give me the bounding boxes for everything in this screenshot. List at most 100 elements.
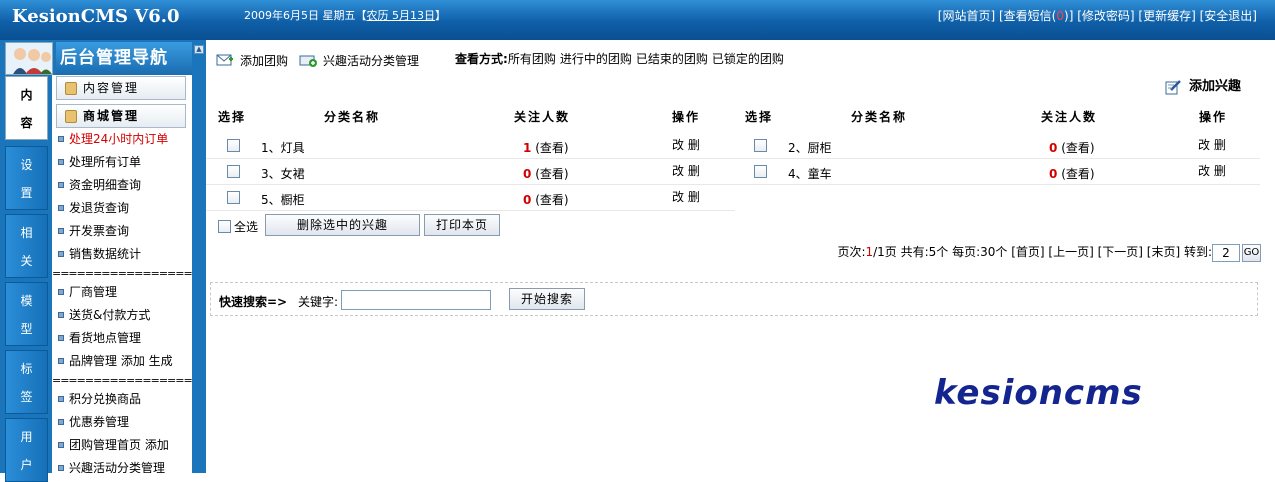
nav-item-vendors[interactable]: 厂商管理 bbox=[56, 283, 117, 301]
row-count: 0 bbox=[523, 167, 532, 181]
tab-users[interactable]: 用户 bbox=[5, 418, 48, 482]
page-label: 页次: bbox=[837, 245, 866, 259]
vertical-tabs: 内容 设置 相关 模型 标签 用户 bbox=[0, 40, 52, 482]
add-group-buy-label: 添加团购 bbox=[240, 54, 289, 68]
row-actions[interactable]: 改 删 bbox=[1198, 136, 1226, 153]
nav-separator: ===================== bbox=[52, 267, 192, 280]
nav-item-group-buy[interactable]: 团购管理首页 添加 bbox=[56, 436, 169, 454]
refresh-cache-link[interactable]: [更新缓存] bbox=[1138, 9, 1195, 23]
date-display: 2009年6月5日 星期五【农历 5月13日】 bbox=[244, 7, 446, 23]
row-view-link[interactable]: (查看) bbox=[535, 167, 568, 181]
select-all-checkbox[interactable]: 全选 bbox=[218, 220, 258, 234]
tab-content-label-2: 容 bbox=[20, 116, 33, 130]
tab-model-label-1: 模 bbox=[20, 294, 33, 308]
content-mgmt-button[interactable]: 内容管理 bbox=[56, 76, 186, 100]
row-checkbox[interactable] bbox=[754, 139, 767, 152]
tab-users-label-1: 用 bbox=[20, 430, 33, 444]
view-ended-link[interactable]: 已结束的团购 bbox=[636, 52, 708, 66]
goto-page-input[interactable]: 2 bbox=[1212, 243, 1240, 262]
category-table-right: 选择 分类名称 关注人数 操作 2、厨柜 0 (查看) 改 删 4、童车 0 (… bbox=[735, 100, 1260, 214]
row-checkbox[interactable] bbox=[227, 165, 240, 178]
nav-item-label: 处理所有订单 bbox=[69, 155, 142, 169]
sidebar: 后台管理导航 内容 设置 相关 模型 标签 用户 内容管理 商城管理 处理24小… bbox=[0, 40, 206, 482]
row-view-link[interactable]: (查看) bbox=[535, 193, 568, 207]
bullet-icon bbox=[58, 312, 64, 318]
nav-separator: ===================== bbox=[52, 374, 192, 387]
scroll-up-icon[interactable]: ▲ bbox=[194, 45, 204, 54]
print-page-button[interactable]: 打印本页 bbox=[424, 214, 500, 236]
row-name: 3、女裙 bbox=[261, 167, 305, 181]
tab-users-label-2: 户 bbox=[20, 458, 33, 472]
nav-item-delivery-payment[interactable]: 送货&付款方式 bbox=[56, 306, 150, 324]
row-checkbox[interactable] bbox=[754, 165, 767, 178]
row-checkbox[interactable] bbox=[227, 139, 240, 152]
view-mode: 查看方式:所有团购 进行中的团购 已结束的团购 已锁定的团购 bbox=[455, 50, 788, 67]
messages-count: 0 bbox=[1056, 9, 1065, 23]
nav-item-coupons[interactable]: 优惠券管理 bbox=[56, 413, 129, 431]
row-view-link[interactable]: (查看) bbox=[535, 141, 568, 155]
bullet-icon bbox=[58, 358, 64, 364]
keyword-input[interactable] bbox=[341, 290, 491, 310]
nav-item-24h-orders[interactable]: 处理24小时内订单 bbox=[56, 130, 168, 148]
table-row: 4、童车 0 (查看) 改 删 bbox=[735, 159, 1260, 185]
nav-item-points-exchange[interactable]: 积分兑换商品 bbox=[56, 390, 141, 408]
nav-item-label: 厂商管理 bbox=[69, 285, 118, 299]
row-actions[interactable]: 改 删 bbox=[1198, 162, 1226, 179]
nav-item-viewing-locations[interactable]: 看货地点管理 bbox=[56, 329, 141, 347]
row-count: 1 bbox=[523, 141, 532, 155]
nav-item-invoice[interactable]: 开发票查询 bbox=[56, 222, 129, 240]
tab-tags-label-2: 签 bbox=[20, 390, 33, 404]
tab-settings[interactable]: 设置 bbox=[5, 146, 48, 210]
bullet-icon bbox=[58, 182, 64, 188]
add-group-buy-button[interactable]: 添加团购 bbox=[216, 53, 288, 69]
delete-selected-button[interactable]: 删除选中的兴趣 bbox=[265, 214, 420, 236]
view-locked-link[interactable]: 已锁定的团购 bbox=[712, 52, 784, 66]
row-checkbox[interactable] bbox=[227, 191, 240, 204]
nav-item-label: 团购管理首页 添加 bbox=[69, 438, 169, 452]
table-row: 1、灯具 1 (查看) 改 删 bbox=[206, 133, 735, 159]
bullet-icon bbox=[58, 136, 64, 142]
table-row: 3、女裙 0 (查看) 改 删 bbox=[206, 159, 735, 185]
mall-mgmt-button[interactable]: 商城管理 bbox=[56, 104, 186, 128]
interest-category-button[interactable]: 兴趣活动分类管理 bbox=[299, 53, 419, 69]
page-info-links[interactable]: /1页 共有:5个 每页:30个 [首页] [上一页] [下一页] [末页] 转… bbox=[873, 245, 1212, 259]
sidebar-scrollbar[interactable]: ▲ bbox=[192, 42, 206, 473]
bullet-icon bbox=[58, 335, 64, 341]
nav-item-funds[interactable]: 资金明细查询 bbox=[56, 176, 141, 194]
messages-link[interactable]: [查看短信(0)] bbox=[999, 9, 1073, 23]
tab-related[interactable]: 相关 bbox=[5, 214, 48, 278]
nav-item-brands[interactable]: 品牌管理 添加 生成 bbox=[56, 352, 173, 370]
header-followers: 关注人数 bbox=[514, 110, 571, 124]
row-actions[interactable]: 改 删 bbox=[672, 162, 700, 179]
nav-item-all-orders[interactable]: 处理所有订单 bbox=[56, 153, 141, 171]
tab-settings-label-1: 设 bbox=[20, 158, 33, 172]
row-name: 1、灯具 bbox=[261, 141, 305, 155]
change-password-link[interactable]: [修改密码] bbox=[1077, 9, 1134, 23]
header-name: 分类名称 bbox=[324, 110, 381, 124]
tab-content[interactable]: 内容 bbox=[5, 76, 48, 140]
header-action: 操作 bbox=[672, 110, 701, 124]
nav-item-label: 送货&付款方式 bbox=[69, 308, 151, 322]
tab-model[interactable]: 模型 bbox=[5, 282, 48, 346]
view-all-link[interactable]: 所有团购 bbox=[508, 52, 556, 66]
start-search-button[interactable]: 开始搜索 bbox=[509, 288, 585, 310]
nav-item-shipping[interactable]: 发退货查询 bbox=[56, 199, 129, 217]
category-table-left: 选择 分类名称 关注人数 操作 1、灯具 1 (查看) 改 删 3、女裙 0 (… bbox=[206, 100, 735, 214]
row-actions[interactable]: 改 删 bbox=[672, 136, 700, 153]
header-followers: 关注人数 bbox=[1041, 110, 1098, 124]
site-home-link[interactable]: [网站首页] bbox=[938, 9, 995, 23]
nav-item-label: 兴趣活动分类管理 bbox=[69, 461, 166, 473]
row-view-link[interactable]: (查看) bbox=[1061, 141, 1094, 155]
view-active-link[interactable]: 进行中的团购 bbox=[560, 52, 632, 66]
nav-item-sales-stats[interactable]: 销售数据统计 bbox=[56, 245, 141, 263]
row-view-link[interactable]: (查看) bbox=[1061, 167, 1094, 181]
bullet-icon bbox=[58, 396, 64, 402]
tab-tags[interactable]: 标签 bbox=[5, 350, 48, 414]
logout-link[interactable]: [安全退出] bbox=[1200, 9, 1257, 23]
add-interest-button[interactable]: 添加兴趣 bbox=[1165, 78, 1241, 96]
bullet-icon bbox=[58, 159, 64, 165]
go-button[interactable]: GO bbox=[1242, 243, 1261, 262]
lunar-date-link[interactable]: 农历 5月13日 bbox=[367, 9, 436, 22]
nav-item-interest-categories[interactable]: 兴趣活动分类管理 bbox=[56, 459, 165, 473]
row-actions[interactable]: 改 删 bbox=[672, 188, 700, 205]
